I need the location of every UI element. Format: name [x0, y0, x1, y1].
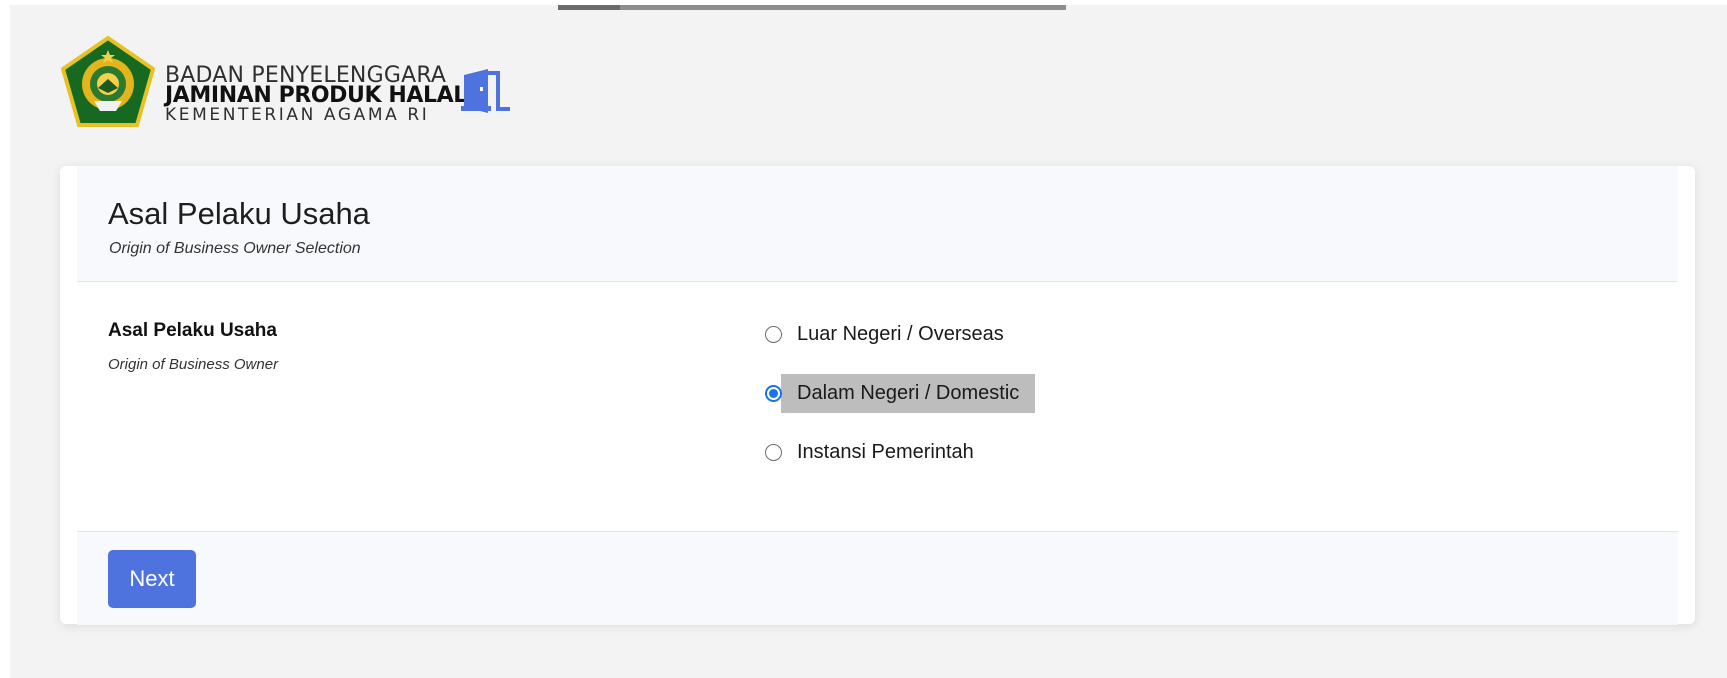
brand-line-3: KEMENTERIAN AGAMA RI	[165, 105, 430, 125]
next-button[interactable]: Next	[108, 550, 196, 608]
radio-option-overseas[interactable]: Luar Negeri / Overseas	[765, 313, 1020, 355]
top-progress-strip	[558, 5, 1066, 10]
origin-selection-card: Asal Pelaku Usaha Origin of Business Own…	[60, 166, 1695, 625]
radio-button-overseas[interactable]	[765, 325, 782, 343]
radio-label-domestic[interactable]: Dalam Negeri / Domestic	[781, 373, 1036, 413]
radio-option-domestic[interactable]: Dalam Negeri / Domestic	[765, 372, 1036, 414]
brand-line-2: JAMINAN PRODUK HALAL	[165, 83, 467, 108]
radio-label-government[interactable]: Instansi Pemerintah	[781, 433, 990, 472]
card-title: Asal Pelaku Usaha	[108, 196, 370, 231]
field-label: Asal Pelaku Usaha	[108, 320, 277, 341]
card-subtitle: Origin of Business Owner Selection	[109, 240, 361, 257]
field-hint: Origin of Business Owner	[108, 356, 279, 373]
card-footer: Next	[77, 531, 1678, 625]
door-exit-icon[interactable]	[458, 69, 512, 113]
radio-button-domestic[interactable]	[765, 384, 782, 402]
card-header: Asal Pelaku Usaha Origin of Business Own…	[77, 166, 1678, 282]
page-background: BADAN PENYELENGGARA JAMINAN PRODUK HALAL…	[10, 5, 1727, 678]
radio-button-government[interactable]	[765, 443, 782, 461]
top-progress-segment	[558, 5, 620, 10]
brand-text: BADAN PENYELENGGARA JAMINAN PRODUK HALAL…	[165, 65, 467, 124]
radio-label-overseas[interactable]: Luar Negeri / Overseas	[781, 315, 1020, 354]
radio-option-government[interactable]: Instansi Pemerintah	[765, 431, 990, 473]
kemenag-emblem-icon	[60, 35, 156, 127]
